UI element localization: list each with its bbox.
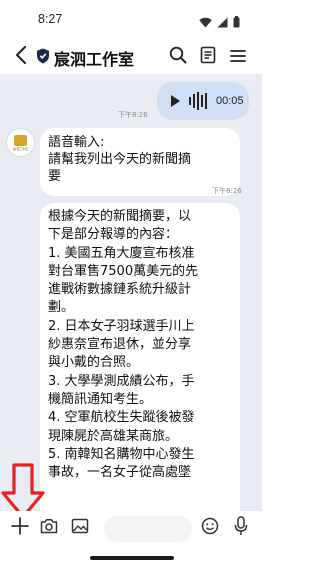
search-button[interactable] — [166, 45, 190, 69]
microphone-icon — [234, 516, 248, 540]
signal-icon — [217, 13, 228, 32]
search-icon — [169, 46, 187, 68]
message-time: 下午8:26 — [118, 111, 148, 119]
chat-header: 宸泗工作室 — [0, 40, 262, 74]
status-bar: 8:27 — [0, 0, 262, 40]
emoji-icon — [201, 517, 219, 539]
status-time: 8:27 — [38, 12, 63, 26]
message-line: 5. 南韓知名購物中心發生 — [48, 446, 195, 462]
shield-icon — [36, 48, 50, 68]
message-line: 3. 大學學測成績公布，手 — [48, 373, 195, 389]
camera-button[interactable] — [38, 517, 60, 539]
message-line: 紗惠奈宣布退休，並分享 — [48, 337, 192, 353]
message-bubble[interactable]: 語音輸入: 請幫我列出今天的新聞摘 要 — [40, 128, 240, 196]
message-line: 4. 空軍航校生失蹤後被發 — [48, 410, 195, 426]
status-icons — [199, 13, 240, 32]
menu-button[interactable] — [226, 45, 250, 69]
waveform-icon — [189, 92, 207, 110]
message-line: 語音輸入: — [48, 135, 105, 150]
voice-duration: 00:05 — [216, 95, 244, 107]
menu-icon — [230, 48, 246, 67]
logo-icon — [14, 134, 27, 146]
message-time: 下午8:26 — [212, 187, 242, 195]
message-line: 機簡訊通知考生。 — [48, 391, 153, 407]
play-icon — [171, 95, 180, 107]
voice-input-button[interactable] — [230, 516, 252, 540]
chat-title[interactable]: 宸泗工作室 — [36, 46, 134, 70]
message-line: 下是部分報導的內容： — [48, 227, 179, 243]
back-arrow-icon — [15, 46, 27, 68]
message-line: 事故，一名女子從高處墜 — [48, 465, 192, 481]
message-bubble[interactable]: 根據今天的新聞摘要，以 下是部分報導的內容： 1. 美國五角大廈宣布核准 對台軍… — [40, 203, 240, 511]
image-icon — [71, 518, 89, 538]
message-line: 劃。 — [48, 300, 75, 316]
message-line: 請幫我列出今天的新聞摘 — [48, 152, 192, 167]
add-button[interactable] — [9, 517, 31, 539]
notes-icon — [200, 46, 216, 68]
message-line: 2. 日本女子羽球選手川上 — [48, 318, 195, 334]
wifi-icon — [199, 13, 212, 32]
input-bar — [0, 511, 262, 546]
emoji-button[interactable] — [199, 517, 221, 539]
home-handle[interactable] — [90, 556, 174, 560]
message-input[interactable] — [104, 516, 192, 542]
navigation-bar — [0, 546, 262, 568]
avatar[interactable]: 宸泗工作室 — [6, 128, 35, 157]
chat-area[interactable]: 00:05 下午8:26 宸泗工作室 語音輸入: 請幫我列出今天的新聞摘 要 下… — [0, 74, 262, 511]
message-line: 對台軍售7500萬美元的先 — [48, 263, 199, 279]
avatar-text: 宸泗工作室 — [12, 146, 28, 151]
message-line: 與小戴的合照。 — [48, 355, 140, 371]
message-line: 根據今天的新聞摘要，以 — [48, 209, 192, 224]
image-button[interactable] — [69, 517, 91, 539]
notes-button[interactable] — [196, 45, 220, 69]
message-line: 進戰術數據鏈系統升級計 — [48, 282, 192, 298]
message-line: 要 — [48, 169, 62, 184]
message-line: 現陳屍於高雄某商旅。 — [48, 428, 179, 444]
chat-name: 宸泗工作室 — [54, 50, 135, 69]
message-line: 1. 美國五角大廈宣布核准 — [48, 245, 195, 261]
battery-icon — [233, 13, 240, 32]
voice-message[interactable]: 00:05 — [157, 82, 249, 120]
plus-icon — [11, 517, 29, 539]
camera-icon — [40, 518, 58, 538]
back-button[interactable] — [10, 44, 32, 70]
